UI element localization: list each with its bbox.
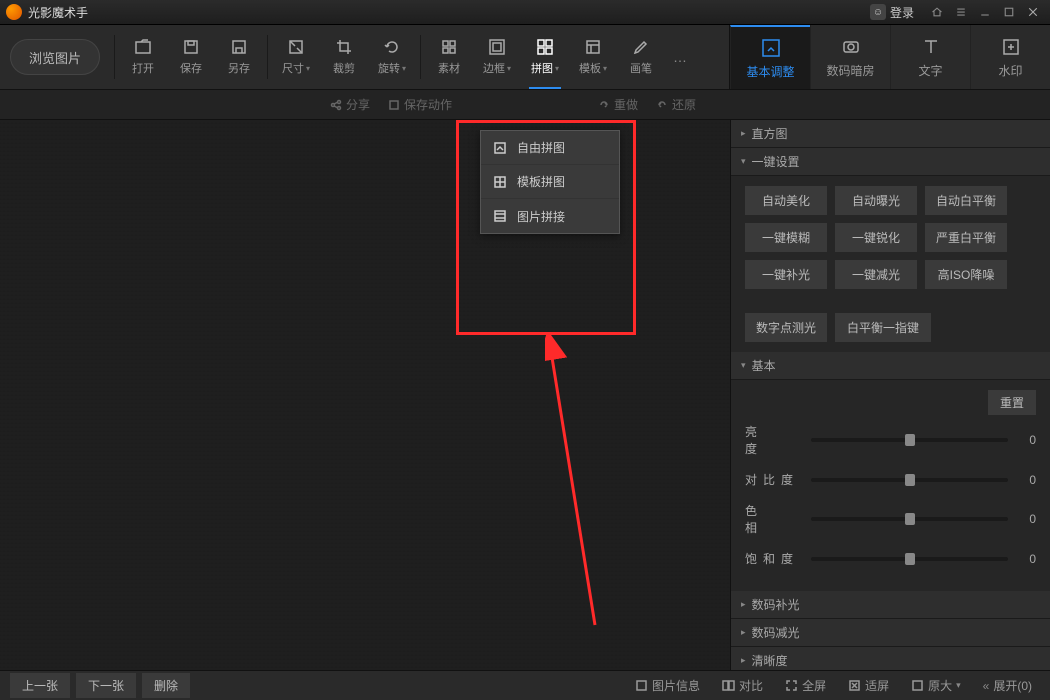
statusbar: 上一张 下一张 删除 图片信息 对比 全屏 适屏 原大▾ «展开(0) (0, 670, 1050, 700)
tab-watermark[interactable]: 水印 (970, 25, 1050, 89)
tool-crop[interactable]: 裁剪 (320, 25, 368, 89)
tool-size[interactable]: 尺寸▾ (272, 25, 320, 89)
fit-button[interactable]: 适屏 (848, 677, 889, 694)
close-button[interactable] (1022, 2, 1044, 22)
login-button[interactable]: ☺ 登录 (870, 4, 914, 21)
tool-template[interactable]: 模板▾ (569, 25, 617, 89)
tool-brush[interactable]: 画笔 (617, 25, 665, 89)
dropdown-item-template[interactable]: 模板拼图 (481, 165, 619, 199)
right-tabs: 基本调整 数码暗房 文字 水印 (729, 25, 1050, 89)
crop-icon (335, 38, 353, 56)
slider-thumb[interactable] (905, 513, 915, 525)
section-basic[interactable]: ▾基本 (731, 352, 1050, 380)
dropdown-item-stitch[interactable]: 图片拼接 (481, 199, 619, 233)
qbtn-auto-wb[interactable]: 自动白平衡 (925, 186, 1007, 215)
secondary-bar: 分享 保存动作 重做 还原 (0, 90, 1050, 120)
slider-contrast: 对比度 0 (745, 471, 1036, 488)
slider-thumb[interactable] (905, 553, 915, 565)
expand-button[interactable]: «展开(0) (983, 677, 1032, 694)
slider-track[interactable] (811, 438, 1008, 442)
section-quick[interactable]: ▾一键设置 (731, 148, 1050, 176)
section-clarity[interactable]: ▸清晰度 (731, 647, 1050, 670)
tab-darkroom[interactable]: 数码暗房 (810, 25, 890, 89)
section-reduce-light[interactable]: ▸数码减光 (731, 619, 1050, 647)
reset-button[interactable]: 重置 (988, 390, 1036, 415)
delete-button[interactable]: 删除 (142, 673, 190, 698)
slider-track[interactable] (811, 478, 1008, 482)
undo-button[interactable]: 还原 (656, 96, 696, 113)
dropdown-item-free[interactable]: 自由拼图 (481, 131, 619, 165)
tool-material[interactable]: 素材 (425, 25, 473, 89)
tab-basic-adjust[interactable]: 基本调整 (730, 25, 810, 89)
slider-track[interactable] (811, 517, 1008, 521)
qbtn-blur[interactable]: 一键模糊 (745, 223, 827, 252)
qbtn-iso-nr[interactable]: 高ISO降噪 (925, 260, 1007, 289)
share-button[interactable]: 分享 (330, 96, 370, 113)
menu-button[interactable] (950, 2, 972, 22)
compare-button[interactable]: 对比 (722, 677, 763, 694)
saveas-icon (230, 38, 248, 56)
qbtn-heavy-wb[interactable]: 严重白平衡 (925, 223, 1007, 252)
maximize-button[interactable] (998, 2, 1020, 22)
material-icon (440, 38, 458, 56)
slider-track[interactable] (811, 557, 1008, 561)
main-toolbar: 浏览图片 打开 保存 另存 尺寸▾ 裁剪 旋转▾ 素材 边框▾ 拼图▾ 模板▾ … (0, 25, 1050, 90)
canvas-area[interactable]: 自由拼图 模板拼图 图片拼接 (0, 120, 730, 670)
slider-thumb[interactable] (905, 474, 915, 486)
slider-hue: 色相 0 (745, 502, 1036, 536)
side-panel: ▸直方图 ▾一键设置 自动美化 自动曝光 自动白平衡 一键模糊 一键锐化 严重白… (730, 120, 1050, 670)
qbtn-sharpen[interactable]: 一键锐化 (835, 223, 917, 252)
brush-icon (632, 38, 650, 56)
qbtn-auto-exposure[interactable]: 自动曝光 (835, 186, 917, 215)
slider-saturation: 饱和度 0 (745, 550, 1036, 567)
home-button[interactable] (926, 2, 948, 22)
next-button[interactable]: 下一张 (76, 673, 136, 698)
annotation-arrow (545, 335, 605, 635)
section-histogram[interactable]: ▸直方图 (731, 120, 1050, 148)
collage-icon (536, 38, 554, 56)
qbtn-auto-beautify[interactable]: 自动美化 (745, 186, 827, 215)
save-action-button[interactable]: 保存动作 (388, 96, 452, 113)
tab-text[interactable]: 文字 (890, 25, 970, 89)
app-title: 光影魔术手 (28, 4, 88, 21)
border-icon (488, 38, 506, 56)
orig-button[interactable]: 原大▾ (911, 677, 961, 694)
browse-button[interactable]: 浏览图片 (10, 39, 100, 75)
qbtn-reduce-light[interactable]: 一键减光 (835, 260, 917, 289)
size-icon (287, 38, 305, 56)
save-icon (182, 38, 200, 56)
app-logo (6, 4, 22, 20)
more-icon: … (671, 48, 689, 66)
qbtn-fill-light[interactable]: 一键补光 (745, 260, 827, 289)
section-fill-light[interactable]: ▸数码补光 (731, 591, 1050, 619)
rotate-icon (383, 38, 401, 56)
tool-open[interactable]: 打开 (119, 25, 167, 89)
slider-thumb[interactable] (905, 434, 915, 446)
tool-collage[interactable]: 拼图▾ (521, 25, 569, 89)
redo-button[interactable]: 重做 (598, 96, 638, 113)
qbtn-spot-meter[interactable]: 数字点测光 (745, 313, 827, 342)
qbtn-wb-finger[interactable]: 白平衡一指键 (835, 313, 931, 342)
slider-brightness: 亮度 0 (745, 423, 1036, 457)
user-icon: ☺ (870, 4, 886, 20)
basic-body: 重置 亮度 0 对比度 0 色相 0 饱和度 0 (731, 380, 1050, 591)
tool-saveas[interactable]: 另存 (215, 25, 263, 89)
quick-buttons: 自动美化 自动曝光 自动白平衡 一键模糊 一键锐化 严重白平衡 一键补光 一键减… (731, 176, 1050, 352)
open-icon (134, 38, 152, 56)
minimize-button[interactable] (974, 2, 996, 22)
tool-rotate[interactable]: 旋转▾ (368, 25, 416, 89)
template-icon (584, 38, 602, 56)
collage-dropdown: 自由拼图 模板拼图 图片拼接 (480, 130, 620, 234)
image-info-button[interactable]: 图片信息 (635, 677, 700, 694)
prev-button[interactable]: 上一张 (10, 673, 70, 698)
titlebar: 光影魔术手 ☺ 登录 (0, 0, 1050, 25)
fullscreen-button[interactable]: 全屏 (785, 677, 826, 694)
tool-save[interactable]: 保存 (167, 25, 215, 89)
tool-more[interactable]: … (665, 25, 695, 89)
tool-border[interactable]: 边框▾ (473, 25, 521, 89)
